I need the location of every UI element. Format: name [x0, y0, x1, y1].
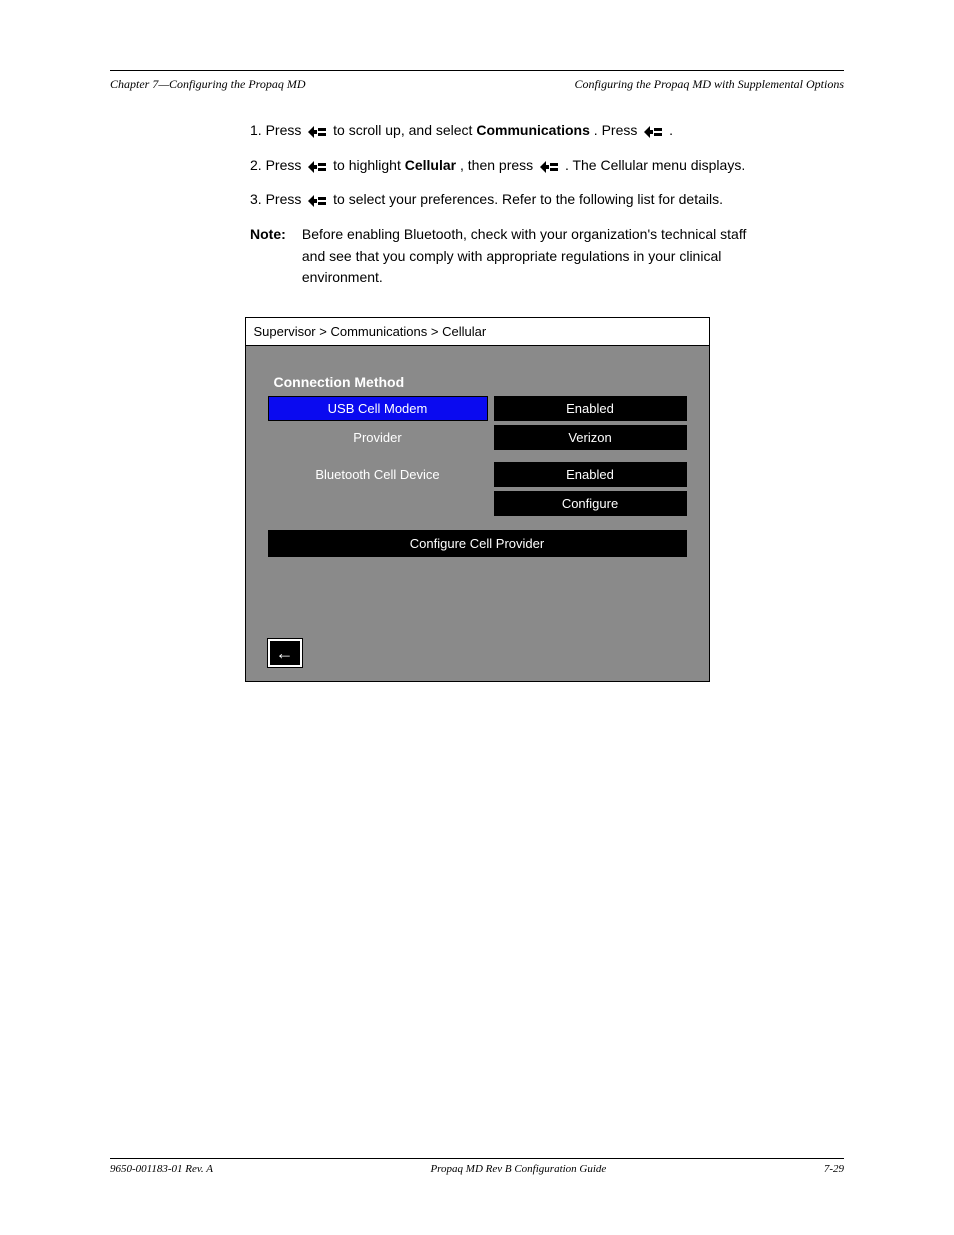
setting-row-bluetooth-device[interactable]: Bluetooth Cell Device Enabled: [268, 462, 687, 487]
section-title: Connection Method: [268, 374, 687, 390]
setting-row-provider[interactable]: Provider Verizon: [268, 425, 687, 450]
setting-value[interactable]: Verizon: [494, 425, 687, 450]
nav-icon: [308, 158, 326, 180]
footer-page-number: 7-29: [824, 1163, 844, 1175]
configure-button[interactable]: Configure: [494, 491, 687, 516]
breadcrumb: Supervisor > Communications > Cellular: [246, 318, 709, 346]
nav-icon: [308, 192, 326, 214]
note-text: Before enabling Bluetooth, check with yo…: [302, 224, 772, 289]
nav-icon: [644, 123, 662, 145]
setting-value[interactable]: Enabled: [494, 462, 687, 487]
setting-row-usb-cell-modem[interactable]: USB Cell Modem Enabled: [268, 396, 687, 421]
page-header: Chapter 7—Configuring the Propaq MD Conf…: [110, 77, 844, 92]
header-left: Chapter 7—Configuring the Propaq MD: [110, 77, 306, 92]
note-label: Note:: [250, 226, 286, 242]
setting-value[interactable]: Enabled: [494, 396, 687, 421]
device-screenshot: Supervisor > Communications > Cellular C…: [245, 317, 710, 682]
label-cellular: Cellular: [405, 157, 456, 173]
footer-product: Propaq MD Rev B Configuration Guide: [430, 1163, 606, 1175]
nav-icon: [308, 123, 326, 145]
setting-label: USB Cell Modem: [268, 396, 488, 421]
step-1: 1. Press to scroll up, and select Commun…: [250, 120, 810, 145]
step-3: 3. Press to select your preferences. Ref…: [250, 189, 810, 214]
instruction-body: 1. Press to scroll up, and select Commun…: [250, 120, 810, 289]
page-footer: 9650-001183-01 Rev. A Propaq MD Rev B Co…: [110, 1158, 844, 1175]
label-communications: Communications: [476, 122, 590, 138]
footer-doc-id: 9650-001183-01 Rev. A: [110, 1163, 213, 1175]
setting-label-empty: [268, 491, 488, 516]
header-right: Configuring the Propaq MD with Supplemen…: [574, 77, 844, 92]
back-button[interactable]: ←: [268, 639, 302, 667]
setting-label: Provider: [268, 425, 488, 450]
back-arrow-icon: ←: [276, 643, 294, 664]
nav-icon: [540, 158, 558, 180]
setting-row-configure[interactable]: Configure: [268, 491, 687, 516]
setting-label: Bluetooth Cell Device: [268, 462, 488, 487]
configure-cell-provider-button[interactable]: Configure Cell Provider: [268, 530, 687, 557]
step-2: 2. Press to highlight Cellular , then pr…: [250, 155, 810, 180]
note-block: Note: Before enabling Bluetooth, check w…: [250, 224, 810, 289]
